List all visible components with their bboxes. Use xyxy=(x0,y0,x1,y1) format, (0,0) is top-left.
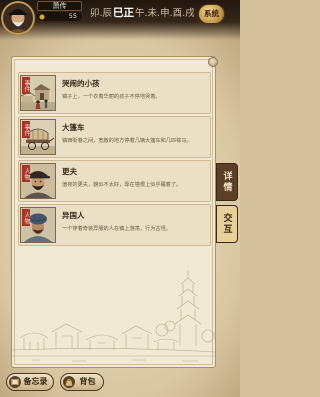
panel-corner-ornament xyxy=(208,57,218,67)
player-name: 萧传 xyxy=(37,1,82,11)
entry-tag: 人物 xyxy=(22,165,30,182)
bag-icon xyxy=(63,376,75,388)
town-sketch-illustration xyxy=(12,270,215,362)
time-before: 卯.辰 xyxy=(90,8,113,19)
backpack-button[interactable]: 背包 xyxy=(60,373,104,391)
entry-description: 镇子上，一个衣着华丽的孩子不停地哭着。 xyxy=(62,94,161,100)
backpack-button-label: 背包 xyxy=(79,377,96,386)
entry-description: 一个穿着奇装异服的人在镇上游荡，行为古怪。 xyxy=(62,226,171,232)
tab-label: 交互 xyxy=(221,213,232,235)
entry-description: 值夜的更夫，貌似不太好，靠在墙根上似乎睡着了。 xyxy=(62,182,182,188)
entry-title: 更夫 xyxy=(62,167,77,176)
tab-label: 详情 xyxy=(221,171,232,193)
memo-button-label: 备忘录 xyxy=(23,377,48,386)
system-button[interactable]: 系统 xyxy=(198,4,225,24)
currency-bar: 55 xyxy=(37,12,82,21)
entry-portrait: 人物 xyxy=(20,207,56,243)
entry-tag: 人物 xyxy=(22,209,30,226)
entry-card-watchman[interactable]: 人物 更夫 值夜的更夫，貌似不太好，靠在墙根上似乎睡着了。 xyxy=(18,160,211,202)
entry-title: 大篷车 xyxy=(62,123,85,132)
entry-title: 哭闹的小孩 xyxy=(62,79,100,88)
tab-interact[interactable]: 交互 xyxy=(216,205,238,243)
events-panel: 事件 哭闹的小孩 镇子上，一个衣着华丽的孩子不停地哭着。 事件 大篷车 镇西街巷… xyxy=(11,56,216,368)
memo-button[interactable]: 备忘录 xyxy=(6,373,54,391)
player-avatar[interactable] xyxy=(1,1,35,35)
entry-portrait: 事件 xyxy=(20,75,56,111)
currency-value: 55 xyxy=(68,12,77,20)
entry-tag: 事件 xyxy=(22,77,30,94)
entry-description: 镇西街巷之间，宽敞的地方停着几辆大篷车和几匹棕马。 xyxy=(62,138,192,144)
entry-card-crying-child[interactable]: 事件 哭闹的小孩 镇子上，一个衣着华丽的孩子不停地哭着。 xyxy=(18,72,211,114)
entry-title: 异国人 xyxy=(62,211,85,220)
old-man-portrait-icon xyxy=(1,1,35,35)
entry-tag: 事件 xyxy=(22,121,30,138)
time-of-day-bar: 卯.辰巳正午.未.申.酉.戌 xyxy=(90,6,195,20)
entry-card-foreigner[interactable]: 人物 异国人 一个穿着奇装异服的人在镇上游荡，行为古怪。 xyxy=(18,204,211,246)
time-after: 午.未.申.酉.戌 xyxy=(135,8,195,19)
scroll-icon xyxy=(9,376,21,388)
coin-icon xyxy=(39,13,45,20)
time-current: 巳正 xyxy=(113,7,135,19)
entry-card-caravan[interactable]: 事件 大篷车 镇西街巷之间，宽敞的地方停着几辆大篷车和几匹棕马。 xyxy=(18,116,211,158)
entry-portrait: 事件 xyxy=(20,119,56,155)
entry-portrait: 人物 xyxy=(20,163,56,199)
tab-details[interactable]: 详情 xyxy=(216,163,238,201)
